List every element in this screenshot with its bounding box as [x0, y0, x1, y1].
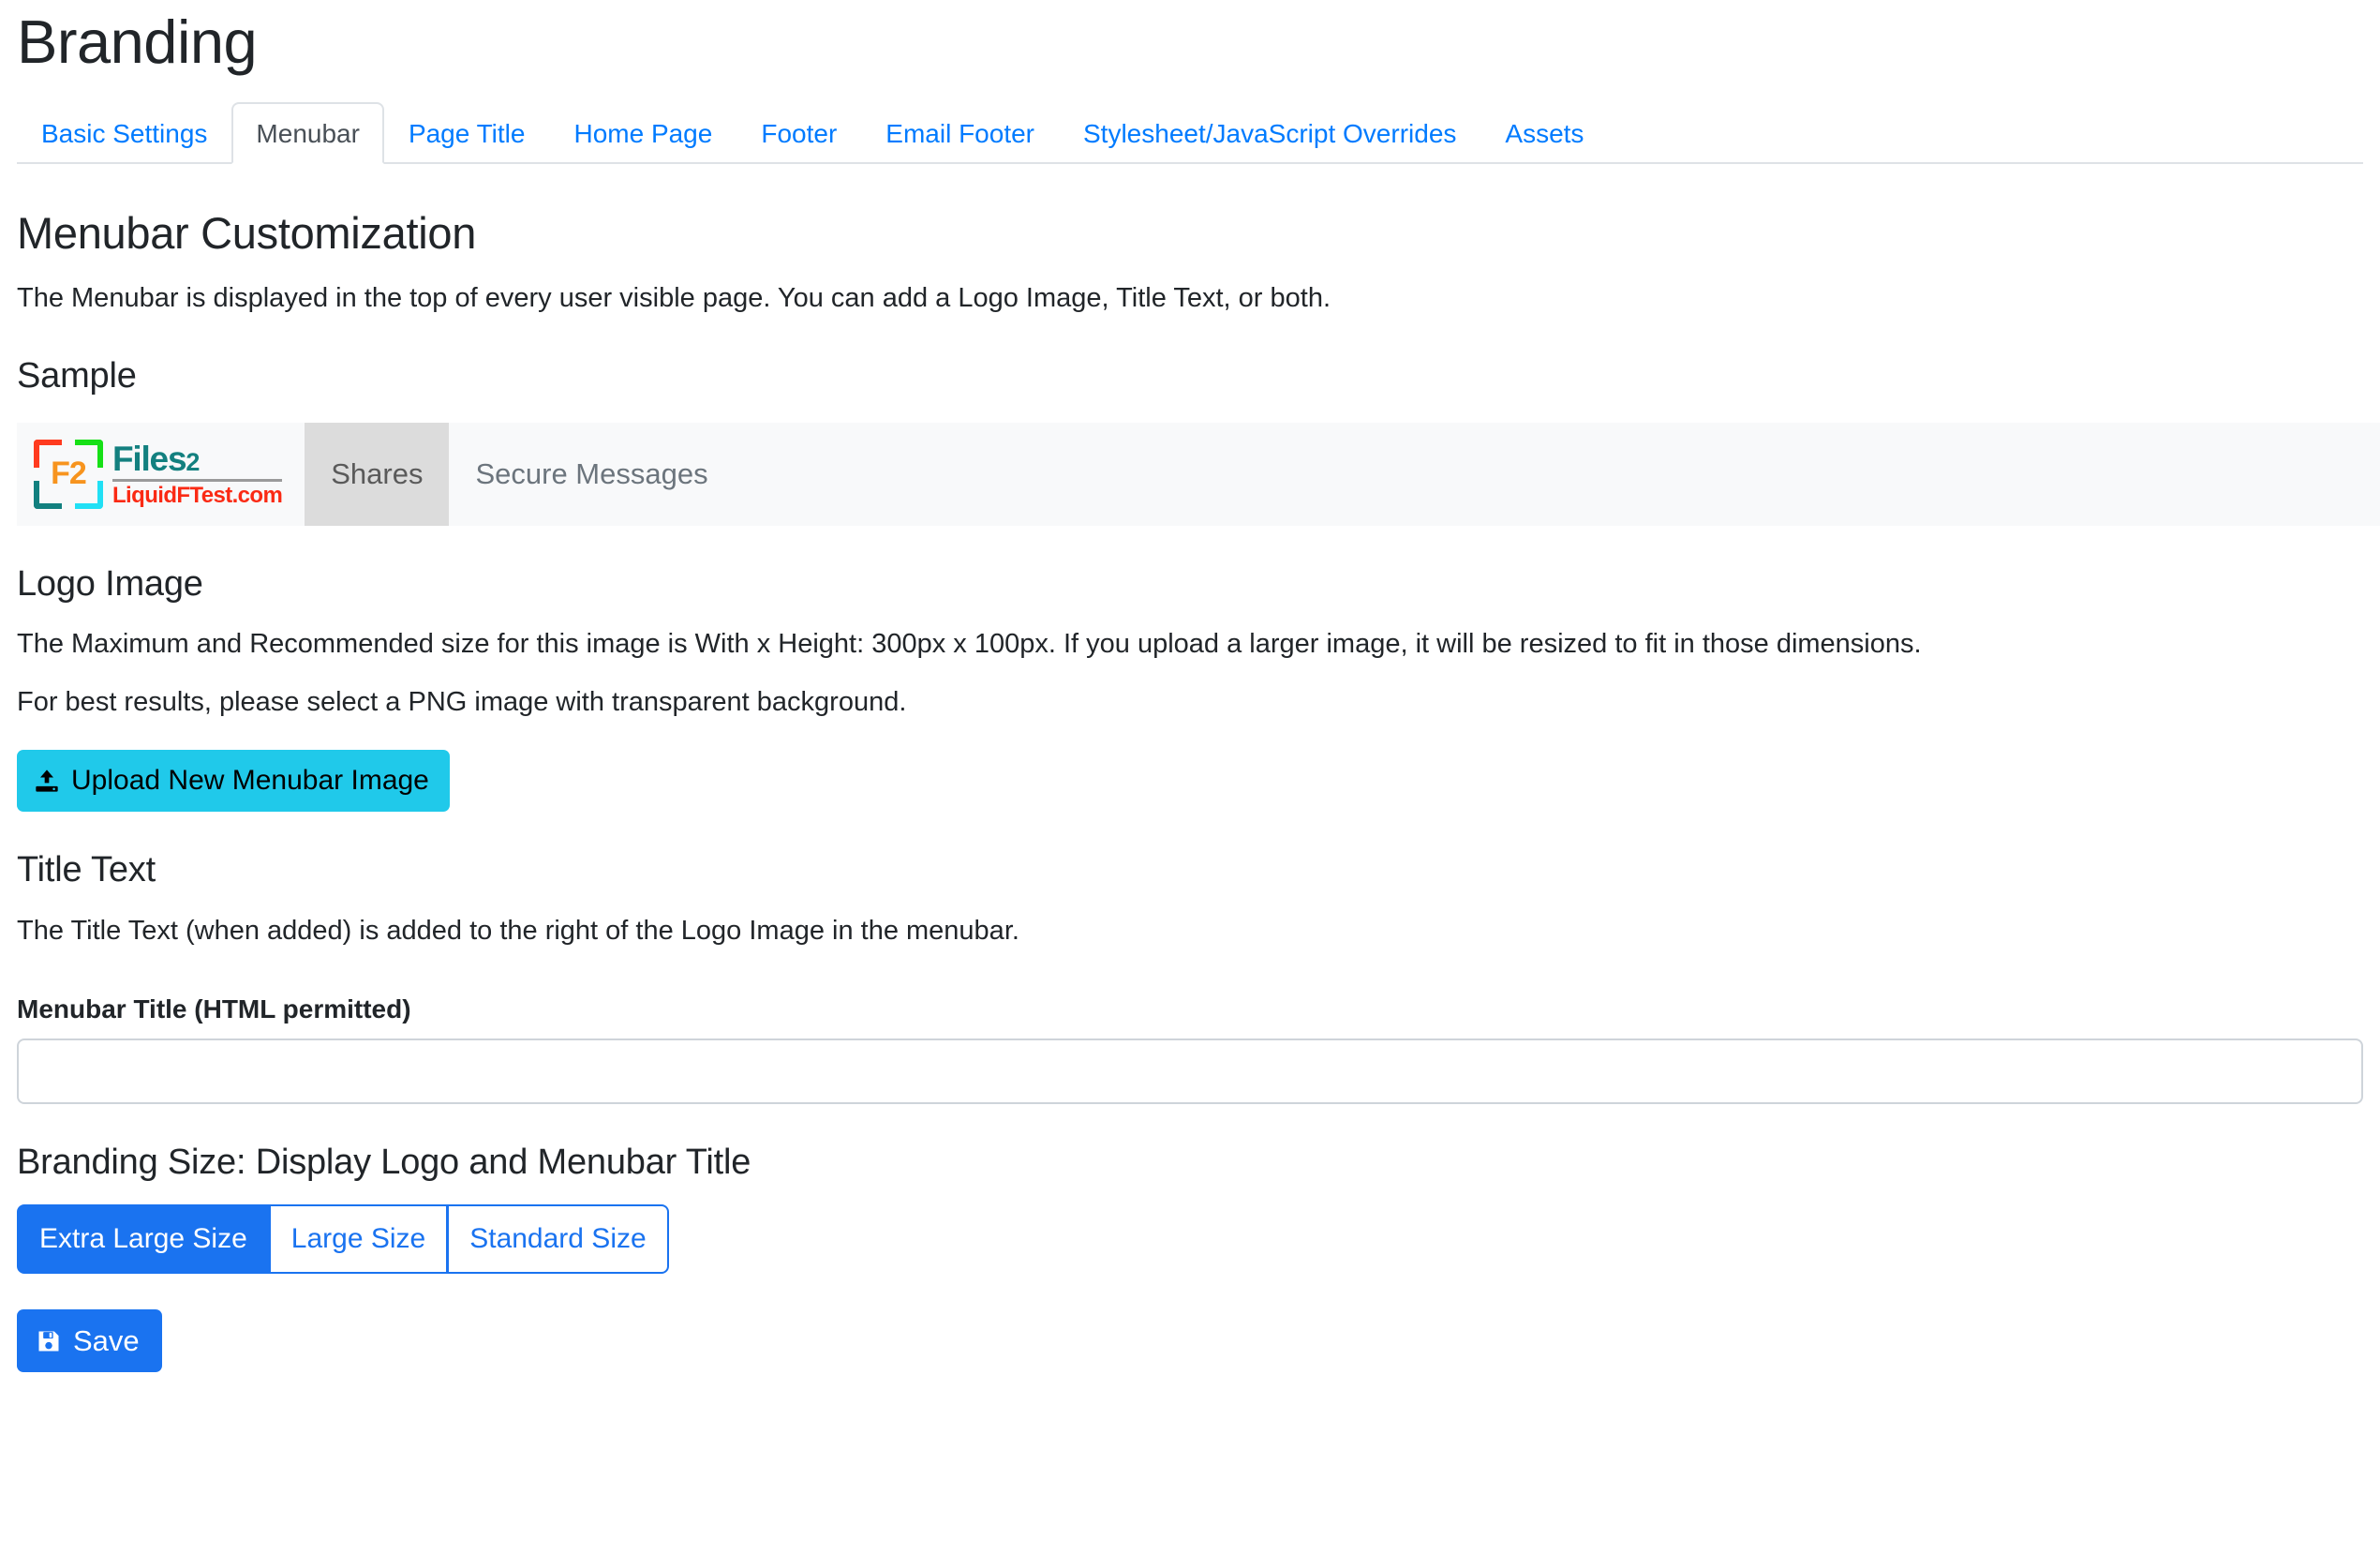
logo-divider	[112, 478, 283, 482]
upload-icon	[34, 768, 60, 794]
sample-menu-item-secure-messages[interactable]: Secure Messages	[449, 423, 734, 526]
logo-bracket-mark-icon: F2	[34, 439, 103, 509]
logo-image: F2 Files 2 LiquidFTest.com	[34, 439, 283, 509]
tab-stylesheet-javascript-overrides[interactable]: Stylesheet/JavaScript Overrides	[1059, 102, 1480, 164]
branding-size-button-group: Extra Large Size Large Size Standard Siz…	[17, 1204, 669, 1275]
logo-image-heading: Logo Image	[17, 563, 203, 604]
logo-brand-name-text: Files	[112, 439, 187, 478]
logo-mark-text: F2	[51, 456, 87, 492]
page-title: Branding	[17, 7, 258, 76]
logo-brand-suffix: 2	[186, 447, 200, 476]
logo-image-size-info: The Maximum and Recommended size for thi…	[17, 629, 1922, 660]
title-text-heading: Title Text	[17, 850, 156, 890]
tab-assets[interactable]: Assets	[1480, 102, 1608, 164]
logo-wordmark: Files 2 LiquidFTest.com	[112, 441, 283, 508]
save-button-label: Save	[73, 1324, 140, 1358]
branding-size-option-extra-large[interactable]: Extra Large Size	[17, 1204, 270, 1275]
upload-button-label: Upload New Menubar Image	[71, 765, 429, 797]
sample-menubar: F2 Files 2 LiquidFTest.com Shares Secure …	[17, 422, 2380, 526]
tab-home-page[interactable]: Home Page	[549, 102, 736, 164]
tab-email-footer[interactable]: Email Footer	[861, 102, 1059, 164]
tab-footer[interactable]: Footer	[736, 102, 861, 164]
title-text-description: The Title Text (when added) is added to …	[17, 916, 1019, 947]
branding-size-heading: Branding Size: Display Logo and Menubar …	[17, 1142, 751, 1182]
sample-heading: Sample	[17, 356, 137, 396]
sample-menu-item-shares[interactable]: Shares	[305, 422, 450, 526]
menubar-customization-heading: Menubar Customization	[17, 207, 477, 258]
save-floppy-icon	[36, 1328, 62, 1354]
logo-brand-name: Files 2	[112, 441, 282, 476]
branding-size-option-large[interactable]: Large Size	[269, 1204, 449, 1275]
sample-menubar-items: Shares Secure Messages	[305, 422, 734, 526]
menubar-title-label: Menubar Title (HTML permitted)	[17, 994, 411, 1024]
tab-menubar[interactable]: Menubar	[231, 101, 384, 164]
branding-page: Branding Basic Settings Menubar Page Tit…	[0, 0, 2380, 1373]
menubar-title-input[interactable]	[17, 1038, 2363, 1104]
logo-domain-text: LiquidFTest.com	[112, 482, 283, 508]
branding-size-option-standard[interactable]: Standard Size	[448, 1204, 669, 1275]
menubar-customization-description: The Menubar is displayed in the top of e…	[17, 283, 1331, 314]
sample-menubar-brand[interactable]: F2 Files 2 LiquidFTest.com	[17, 423, 305, 526]
save-button[interactable]: Save	[17, 1309, 162, 1373]
upload-new-menubar-image-button[interactable]: Upload New Menubar Image	[17, 750, 450, 813]
tab-basic-settings[interactable]: Basic Settings	[17, 102, 231, 164]
tab-page-title[interactable]: Page Title	[384, 102, 550, 164]
logo-image-format-info: For best results, please select a PNG im…	[17, 687, 907, 718]
branding-tab-bar: Basic Settings Menubar Page Title Home P…	[17, 98, 2363, 164]
